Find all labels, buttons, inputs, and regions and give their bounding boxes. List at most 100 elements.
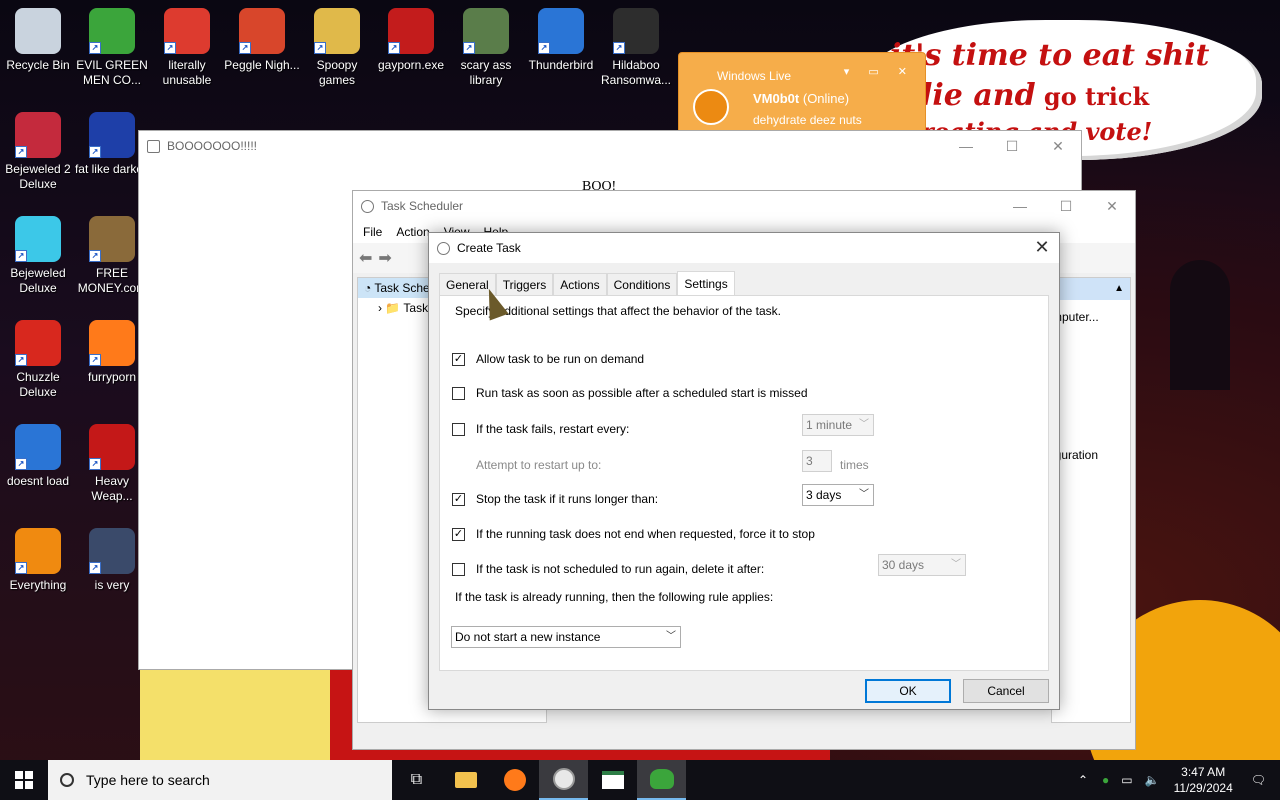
clock[interactable]: 3:47 AM 11/29/2024 [1174, 764, 1233, 796]
shortcut-arrow-icon: ↗ [538, 42, 550, 54]
option-restart-on-fail[interactable]: If the task fails, restart every: [452, 422, 629, 436]
desktop-icon-label: Peggle Nigh... [224, 58, 300, 72]
windows-live-controls[interactable]: ▾ ▭ ✕ [844, 65, 915, 78]
firefox-icon[interactable] [490, 760, 539, 800]
desktop-icon-label: doesnt load [6, 474, 70, 488]
radiation-icon: ↗ [89, 424, 135, 470]
boo-title: BOOOOOOO!!!!! [167, 139, 258, 153]
desktop-icon[interactable]: ↗ doesnt load [0, 424, 76, 489]
menu-file[interactable]: File [363, 225, 382, 239]
desktop-icon[interactable]: ↗ scary ass library [448, 8, 524, 88]
tab-conditions[interactable]: Conditions [606, 273, 678, 295]
tab-settings[interactable]: Settings [677, 271, 735, 295]
option-run-on-demand[interactable]: ✓ Allow task to be run on demand [452, 352, 644, 366]
option-force-stop[interactable]: ✓ If the running task does not end when … [452, 527, 815, 541]
option-delete-after[interactable]: If the task is not scheduled to run agai… [452, 562, 764, 576]
desktop-icon[interactable]: ↗ Spoopy games [299, 8, 375, 88]
shortcut-arrow-icon: ↗ [15, 354, 27, 366]
stop-long-checkbox[interactable]: ✓ [452, 492, 465, 506]
everything-icon: ↗ [15, 528, 61, 574]
desktop-icon[interactable]: ↗ EVIL GREEN MEN CO... [74, 8, 150, 88]
tab-triggers[interactable]: Triggers [495, 273, 554, 295]
thunderbird-icon: ↗ [15, 424, 61, 470]
delete-after-select[interactable]: 30 days ﹀ [878, 554, 966, 576]
shortcut-arrow-icon: ↗ [463, 42, 475, 54]
volume-icon[interactable]: 🔈 [1145, 773, 1160, 787]
back-arrow-icon[interactable]: ⬅ [359, 248, 372, 268]
desktop-icon-label: Bejeweled 2 Deluxe [5, 162, 71, 191]
messenger-tray-icon[interactable]: ● [1102, 773, 1109, 787]
desktop-icon[interactable]: ↗ Peggle Nigh... [224, 8, 300, 73]
desktop-icon-label: Hildaboo Ransomwa... [600, 58, 672, 87]
force-stop-checkbox[interactable]: ✓ [452, 527, 465, 541]
delete-after-checkbox[interactable] [452, 562, 465, 576]
stop-after-select[interactable]: 3 days ﹀ [802, 484, 874, 506]
system-tray: ⌃ ● ▭ 🔈 3:47 AM 11/29/2024 🗨 [1070, 760, 1280, 800]
task-scheduler-taskbar-icon[interactable] [539, 760, 588, 800]
shortcut-arrow-icon: ↗ [15, 146, 27, 158]
close-button[interactable]: ✕ [1035, 131, 1081, 161]
option-run-missed[interactable]: Run task as soon as possible after a sch… [452, 386, 808, 400]
close-button[interactable]: ✕ [1089, 191, 1135, 221]
window-icon [147, 139, 160, 153]
notification-icon[interactable]: 🗨 [1251, 773, 1266, 787]
option-stop-long[interactable]: ✓ Stop the task if it runs longer than: [452, 492, 658, 506]
messenger-taskbar-icon[interactable] [637, 760, 686, 800]
option-label: Run task as soon as possible after a sch… [476, 386, 808, 400]
file-explorer-icon[interactable] [441, 760, 490, 800]
action-item[interactable]: iguration [1052, 418, 1130, 462]
shortcut-arrow-icon: ↗ [314, 42, 326, 54]
desktop-icon-label: Recycle Bin [6, 58, 70, 72]
actions-header[interactable]: ▲ [1052, 278, 1130, 300]
search-box[interactable]: Type here to search [48, 760, 392, 800]
shortcut-arrow-icon: ↗ [15, 458, 27, 470]
time: 3:47 AM [1181, 765, 1226, 779]
action-item[interactable]: s [1052, 324, 1130, 418]
rule-select[interactable]: Do not start a new instance ﹀ [451, 626, 681, 648]
boo-titlebar: BOOOOOOO!!!!! — ☐ ✕ [139, 131, 1081, 161]
ok-button[interactable]: OK [865, 679, 951, 703]
minimize-button[interactable]: — [997, 191, 1043, 221]
shortcut-arrow-icon: ↗ [89, 562, 101, 574]
recycle-bin-icon [15, 8, 61, 54]
windows-live-popup[interactable]: Windows Live ▾ ▭ ✕ VM0b0t (Online) dehyd… [678, 52, 926, 134]
desktop-icon[interactable]: ↗ Chuzzle Deluxe [0, 320, 76, 400]
run-on-demand-checkbox[interactable]: ✓ [452, 352, 465, 366]
desktop-icon[interactable]: ↗ Everything [0, 528, 76, 593]
window-taskbar-icon[interactable] [588, 760, 637, 800]
tab-actions[interactable]: Actions [553, 273, 607, 295]
shortcut-arrow-icon: ↗ [239, 42, 251, 54]
desktop-icon-label: literally unusable [162, 58, 212, 87]
menu-action[interactable]: Action [396, 225, 429, 239]
clock-icon [361, 199, 374, 213]
maximize-button[interactable]: ☐ [989, 131, 1035, 161]
close-button[interactable]: ✕ [1025, 233, 1059, 263]
shield-icon: ↗ [89, 528, 135, 574]
restart-on-fail-checkbox[interactable] [452, 422, 465, 436]
shortcut-arrow-icon: ↗ [89, 458, 101, 470]
minimize-button[interactable]: — [943, 131, 989, 161]
network-icon[interactable]: ▭ [1121, 773, 1132, 787]
restart-interval-select[interactable]: 1 minute ﹀ [802, 414, 874, 436]
money-bag-icon: ↗ [89, 216, 135, 262]
task-view-icon[interactable]: ⧉ [392, 760, 441, 800]
shortcut-arrow-icon: ↗ [89, 354, 101, 366]
desktop-icon[interactable]: Recycle Bin [0, 8, 76, 73]
desktop-icon[interactable]: ↗ gayporn.exe [373, 8, 449, 73]
forward-arrow-icon[interactable]: ➡ [378, 248, 391, 268]
desktop-icon[interactable]: ↗ Bejeweled 2 Deluxe [0, 112, 76, 192]
start-button[interactable] [0, 760, 48, 800]
action-item[interactable]: mputer... [1052, 300, 1130, 324]
maximize-button[interactable]: ☐ [1043, 191, 1089, 221]
desktop-icon[interactable]: ↗ Hildaboo Ransomwa... [598, 8, 674, 88]
desktop-icon[interactable]: ↗ Thunderbird [523, 8, 599, 73]
firefox-icon: ↗ [89, 320, 135, 366]
desktop-icon-label: gayporn.exe [377, 58, 445, 72]
desktop-icon[interactable]: ↗ Bejeweled Deluxe [0, 216, 76, 296]
run-missed-checkbox[interactable] [452, 386, 465, 400]
desktop-icon[interactable]: ↗ literally unusable [149, 8, 225, 88]
ransomware-icon: ↗ [613, 8, 659, 54]
chevron-up-icon[interactable]: ⌃ [1078, 773, 1088, 787]
cancel-button[interactable]: Cancel [963, 679, 1049, 703]
attempt-count-input[interactable]: 3 [802, 450, 832, 472]
